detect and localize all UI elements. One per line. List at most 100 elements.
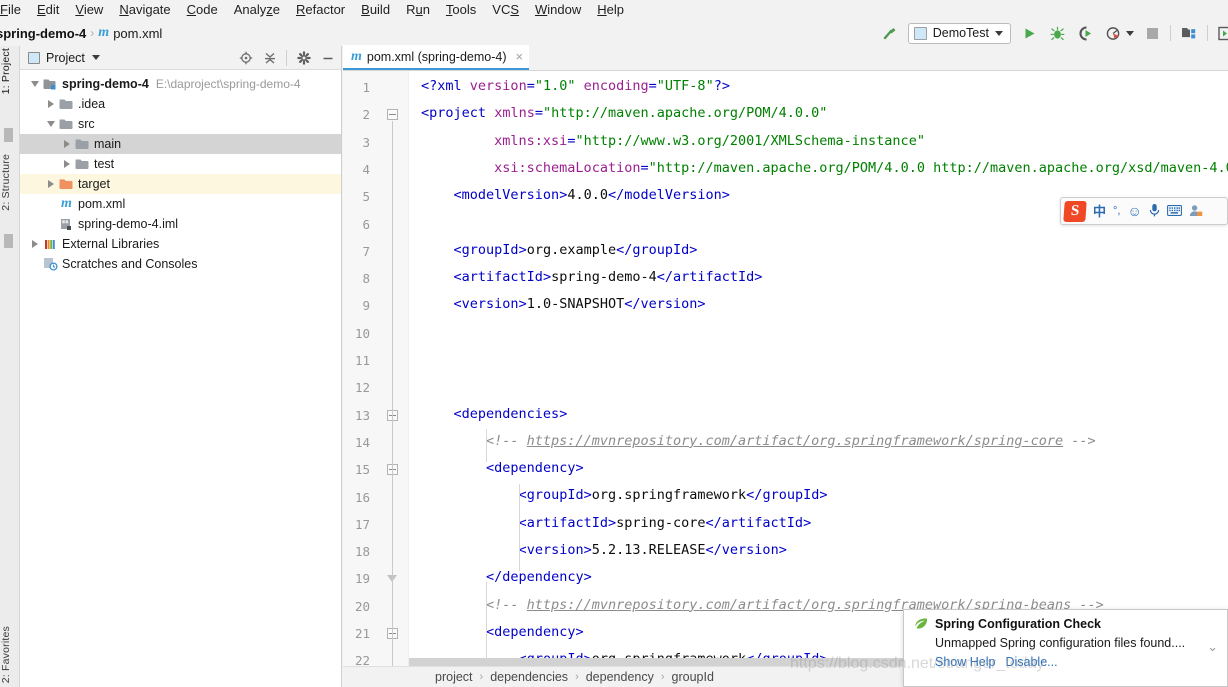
expand-twisty-icon[interactable] <box>60 140 74 148</box>
chevron-down-icon[interactable] <box>91 55 100 60</box>
tree-node-main[interactable]: main <box>20 134 341 154</box>
breadcrumb-item-dependencies[interactable]: dependencies <box>490 670 568 684</box>
soft-keyboard-icon[interactable] <box>1166 204 1182 218</box>
more-actions-button[interactable] <box>1216 23 1228 43</box>
menu-item-run[interactable]: Run <box>398 0 438 20</box>
menu-item-file[interactable]: File <box>0 0 29 20</box>
editor-code-content[interactable]: <?xml version="1.0" encoding="UTF-8"?> <p… <box>409 71 1228 666</box>
sogou-logo-icon[interactable]: S <box>1063 200 1087 222</box>
punctuation-icon[interactable]: °, <box>1113 205 1120 217</box>
code-line[interactable]: <dependency> <box>409 455 1228 482</box>
code-line[interactable] <box>409 346 1228 373</box>
voice-input-icon[interactable] <box>1149 203 1160 219</box>
code-line[interactable]: <artifactId>spring-demo-4</artifactId> <box>409 264 1228 291</box>
emoji-icon[interactable]: ☺ <box>1127 204 1141 218</box>
project-panel-actions <box>238 49 335 66</box>
code-line[interactable]: <?xml version="1.0" encoding="UTF-8"?> <box>409 73 1228 100</box>
tree-node-pom-xml[interactable]: m pom.xml <box>20 194 341 214</box>
run-button[interactable] <box>1019 23 1039 43</box>
fold-marker-icon[interactable] <box>387 109 398 121</box>
code-token-link[interactable]: https://mvnrepository.com/artifact/org.s… <box>527 433 1063 449</box>
code-line[interactable]: <version>1.0-SNAPSHOT</version> <box>409 291 1228 318</box>
code-token-tag: artifactId <box>721 514 804 531</box>
code-line[interactable]: xsi:schemaLocation="http://maven.apache.… <box>409 155 1228 182</box>
code-line[interactable]: <version>5.2.13.RELEASE</version> <box>409 537 1228 564</box>
tree-node-target[interactable]: target <box>20 174 341 194</box>
tree-node-idea[interactable]: .idea <box>20 94 341 114</box>
navigation-bar[interactable]: spring-demo-4 › m pom.xml <box>0 25 162 41</box>
tree-node-external-libraries[interactable]: External Libraries <box>20 234 341 254</box>
code-line[interactable]: </dependency> <box>409 564 1228 591</box>
tree-node-spring-demo-4[interactable]: spring-demo-4 E:\daproject\spring-demo-4 <box>20 74 341 94</box>
profile-chevron-down-icon[interactable] <box>1126 30 1134 36</box>
stripe-button-structure[interactable]: 2: Structure <box>0 154 20 211</box>
menu-item-window[interactable]: Window <box>527 0 589 20</box>
menu-item-build[interactable]: Build <box>353 0 398 20</box>
breadcrumb-item-project[interactable]: project <box>435 670 473 684</box>
menu-item-edit[interactable]: Edit <box>29 0 67 20</box>
code-token-punct: < <box>453 187 462 204</box>
code-line[interactable]: <groupId>org.springframework</groupId> <box>409 482 1228 509</box>
hide-panel-icon[interactable] <box>320 50 335 65</box>
code-editor[interactable]: 1 2 3 4 5 6 7 8 9 10 11 12 13 14 15 16 17 18 19 20 21 22 <?xm… <box>343 71 1228 676</box>
code-line[interactable]: <dependencies> <box>409 401 1228 428</box>
menu-item-view[interactable]: View <box>67 0 111 20</box>
chevron-down-icon[interactable]: ⌄ <box>1207 639 1218 655</box>
editor-tab-pom-xml[interactable]: m pom.xml (spring-demo-4) × <box>343 45 530 70</box>
code-line[interactable]: <project xmlns="http://maven.apache.org/… <box>409 100 1228 127</box>
expand-twisty-icon[interactable] <box>44 180 58 188</box>
code-line[interactable]: xmlns:xsi="http://www.w3.org/2001/XMLSch… <box>409 128 1228 155</box>
menu-item-help[interactable]: Help <box>589 0 632 20</box>
navbar-project[interactable]: spring-demo-4 <box>0 26 86 41</box>
maven-m-icon: m <box>61 196 72 211</box>
settings-gear-icon[interactable] <box>296 50 311 65</box>
collapse-twisty-icon[interactable] <box>28 81 42 87</box>
code-token-punct: </ <box>624 296 641 313</box>
code-line[interactable]: <artifactId>spring-core</artifactId> <box>409 510 1228 537</box>
menu-item-analyze[interactable]: Analyze <box>226 0 288 20</box>
code-line[interactable]: <groupId>org.example</groupId> <box>409 237 1228 264</box>
editor-gutter[interactable]: 1 2 3 4 5 6 7 8 9 10 11 12 13 14 15 16 17 18 19 20 21 22 <box>343 71 409 676</box>
expand-twisty-icon[interactable] <box>60 160 74 168</box>
build-project-button[interactable] <box>880 23 900 43</box>
code-line[interactable] <box>409 373 1228 400</box>
chinese-mode-icon[interactable]: 中 <box>1093 205 1106 218</box>
breadcrumb-item-groupId[interactable]: groupId <box>672 670 714 684</box>
show-help-link[interactable]: Show Help <box>935 655 995 669</box>
locate-icon[interactable] <box>238 50 253 65</box>
profile-button[interactable] <box>1103 23 1123 43</box>
collapse-twisty-icon[interactable] <box>44 121 58 127</box>
collapse-all-icon[interactable] <box>262 50 277 65</box>
run-configuration-selector[interactable]: DemoTest <box>907 22 1011 44</box>
stripe-button-project[interactable]: 1: Project <box>0 48 20 94</box>
close-icon[interactable]: × <box>516 49 524 64</box>
tree-node-scratches-and-consoles[interactable]: Scratches and Consoles <box>20 254 341 274</box>
menu-item-refactor[interactable]: Refactor <box>288 0 353 20</box>
navbar-file[interactable]: pom.xml <box>113 26 162 41</box>
code-token-tag: dependency <box>494 460 576 477</box>
menu-item-navigate[interactable]: Navigate <box>111 0 178 20</box>
project-tree[interactable]: spring-demo-4 E:\daproject\spring-demo-4.… <box>20 70 341 274</box>
tree-node-test[interactable]: test <box>20 154 341 174</box>
debug-button[interactable] <box>1047 23 1067 43</box>
sogou-ime-toolbar[interactable]: S 中 °, ☺ <box>1060 197 1228 225</box>
tree-node-src[interactable]: src <box>20 114 341 134</box>
menu-item-vcs[interactable]: VCS <box>484 0 527 20</box>
expand-twisty-icon[interactable] <box>44 100 58 108</box>
tree-node-spring-demo-4-iml[interactable]: spring-demo-4.iml <box>20 214 341 234</box>
folder-icon <box>74 138 91 151</box>
code-line[interactable] <box>409 319 1228 346</box>
code-token-punct: > <box>697 296 706 313</box>
stripe-button-favorites[interactable]: 2: Favorites <box>0 626 20 683</box>
notification-balloon[interactable]: Spring Configuration Check Unmapped Spri… <box>903 609 1228 687</box>
menu-item-code[interactable]: Code <box>179 0 226 20</box>
breadcrumb-item-dependency[interactable]: dependency <box>586 670 654 684</box>
menu-item-tools[interactable]: Tools <box>438 0 484 20</box>
expand-twisty-icon[interactable] <box>28 240 42 248</box>
disable-link[interactable]: Disable... <box>1005 655 1057 669</box>
project-icon <box>28 51 40 64</box>
project-structure-button[interactable] <box>1179 23 1199 43</box>
run-with-coverage-button[interactable] <box>1075 23 1095 43</box>
user-account-icon[interactable] <box>1189 204 1203 219</box>
code-line[interactable]: <!-- https://mvnrepository.com/artifact/… <box>409 428 1228 455</box>
